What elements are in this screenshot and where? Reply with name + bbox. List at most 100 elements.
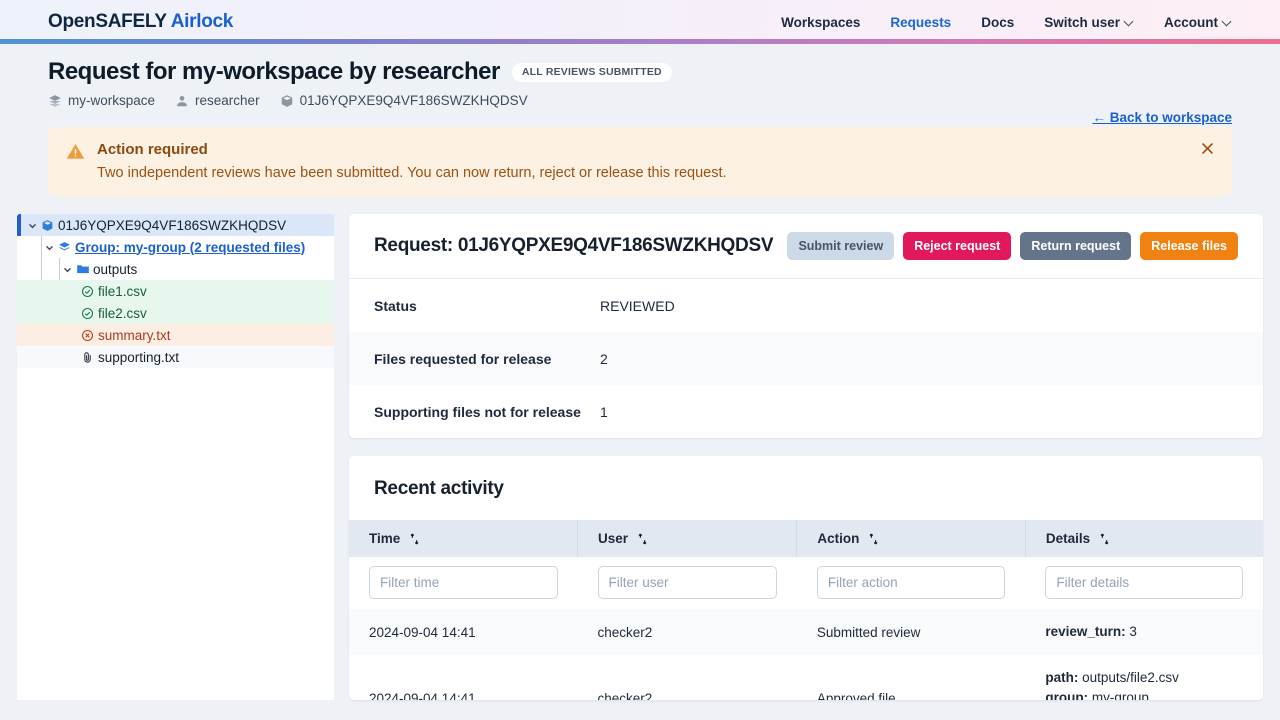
- cell-user: checker2: [577, 655, 797, 700]
- nav-item-docs[interactable]: Docs: [981, 15, 1014, 30]
- detail-value: my-group: [1091, 690, 1149, 700]
- table-row: 2024-09-04 14:41 checker2 Submitted revi…: [349, 609, 1263, 655]
- cell-details: path: outputs/file2.csv group: my-group …: [1025, 655, 1263, 700]
- request-box-icon: [39, 219, 56, 232]
- recent-activity-card: Recent activity Time User Action Details…: [349, 456, 1263, 700]
- main-content: Request: 01J6YQPXE9Q4VF186SWZKHQDSV Subm…: [349, 214, 1263, 700]
- recent-activity-title: Recent activity: [374, 478, 504, 499]
- title-row: Request for my-workspace by researcher A…: [48, 58, 1232, 86]
- meta-label: researcher: [195, 93, 260, 108]
- activity-filter-row: [349, 557, 1263, 609]
- cell-time: 2024-09-04 14:41: [349, 609, 578, 655]
- tree-item-label: file2.csv: [98, 305, 147, 321]
- request-summary-card: Request: 01J6YQPXE9Q4VF186SWZKHQDSV Subm…: [349, 214, 1263, 438]
- release-files-button[interactable]: Release files: [1140, 232, 1238, 260]
- detail-line: group: my-group: [1045, 688, 1243, 700]
- info-row-status: Status REVIEWED: [349, 279, 1263, 332]
- nav-item-account[interactable]: Account: [1164, 15, 1232, 30]
- request-card-header: Request: 01J6YQPXE9Q4VF186SWZKHQDSV Subm…: [349, 214, 1263, 279]
- tree-item-folder-outputs[interactable]: outputs: [17, 258, 334, 280]
- top-navigation-bar: OpenSAFELY Airlock Workspaces Requests D…: [0, 0, 1280, 44]
- sort-icon[interactable]: [637, 533, 648, 545]
- request-action-buttons: Submit review Reject request Return requ…: [787, 232, 1238, 260]
- tree-item-label: outputs: [93, 261, 138, 277]
- alert-title: Action required: [97, 141, 208, 158]
- info-row-files-requested: Files requested for release 2: [349, 332, 1263, 385]
- cell-user: checker2: [577, 609, 797, 655]
- info-row-supporting-files: Supporting files not for release 1: [349, 385, 1263, 438]
- tree-item-summary[interactable]: summary.txt: [17, 324, 334, 346]
- sort-icon[interactable]: [868, 533, 879, 545]
- nav-item-requests[interactable]: Requests: [890, 15, 951, 30]
- status-badge: ALL REVIEWS SUBMITTED: [511, 62, 672, 82]
- chevron-down-icon: [1125, 17, 1134, 26]
- filter-action-input[interactable]: [816, 566, 1006, 599]
- detail-key: review_turn:: [1045, 624, 1126, 639]
- page-title: Request for my-workspace by researcher: [48, 58, 500, 85]
- brand-name-accent: Airlock: [170, 11, 234, 32]
- cell-time: 2024-09-04 14:41: [349, 655, 578, 700]
- tree-item-file1[interactable]: file1.csv: [17, 280, 334, 302]
- chevron-down-icon[interactable]: [43, 243, 56, 252]
- nav-item-label: Workspaces: [781, 14, 861, 30]
- nav-item-label: Account: [1164, 14, 1218, 30]
- info-value: 2: [600, 350, 608, 367]
- paperclip-icon: [79, 351, 96, 364]
- tree-item-group[interactable]: Group: my-group (2 requested files): [17, 236, 334, 258]
- filter-time-input[interactable]: [369, 566, 558, 599]
- submit-review-button[interactable]: Submit review: [787, 232, 895, 260]
- nav-item-switch-user[interactable]: Switch user: [1044, 15, 1134, 30]
- filter-user-input[interactable]: [597, 566, 777, 599]
- sort-icon[interactable]: [1099, 533, 1110, 545]
- content-layout: 01J6YQPXE9Q4VF186SWZKHQDSV Group: my-gro…: [0, 214, 1280, 700]
- nav-item-label: Docs: [981, 14, 1015, 30]
- brand-logo[interactable]: OpenSAFELY Airlock: [48, 11, 233, 33]
- breadcrumb: my-workspace researcher 01J6YQPXE9Q4VF18…: [48, 93, 1232, 108]
- alert-body-wrap: Action required Two independent reviews …: [97, 141, 727, 181]
- layers-icon: [49, 94, 61, 107]
- cell-details: review_turn: 3: [1025, 609, 1263, 655]
- filter-details-input[interactable]: [1045, 566, 1243, 599]
- check-circle-icon: [79, 307, 96, 320]
- tree-item-label: summary.txt: [98, 327, 171, 343]
- meta-request-id: 01J6YQPXE9Q4VF186SWZKHQDSV: [280, 93, 528, 108]
- nav-links: Workspaces Requests Docs Switch user Acc…: [781, 15, 1232, 30]
- file-tree-sidebar: 01J6YQPXE9Q4VF186SWZKHQDSV Group: my-gro…: [17, 214, 334, 700]
- chevron-down-icon[interactable]: [61, 265, 74, 274]
- column-header-action[interactable]: Action: [796, 520, 1026, 557]
- reject-request-button[interactable]: Reject request: [903, 232, 1012, 260]
- column-header-details[interactable]: Details: [1025, 520, 1263, 557]
- tree-item-request-root[interactable]: 01J6YQPXE9Q4VF186SWZKHQDSV: [17, 214, 334, 236]
- back-to-workspace-link[interactable]: ← Back to workspace: [1092, 110, 1232, 125]
- meta-workspace: my-workspace: [48, 93, 155, 108]
- action-required-alert: Action required Two independent reviews …: [48, 127, 1232, 197]
- detail-line: path: outputs/file2.csv: [1045, 668, 1243, 688]
- tree-item-label: file1.csv: [98, 283, 147, 299]
- brand-name-main: OpenSAFELY: [48, 11, 167, 32]
- chevron-down-icon[interactable]: [26, 221, 39, 230]
- tree-item-supporting[interactable]: supporting.txt: [17, 346, 334, 368]
- close-icon[interactable]: [1196, 137, 1218, 159]
- meta-label: 01J6YQPXE9Q4VF186SWZKHQDSV: [299, 93, 528, 108]
- nav-item-workspaces[interactable]: Workspaces: [781, 15, 860, 30]
- column-label: Action: [817, 531, 860, 546]
- nav-item-label: Requests: [890, 14, 952, 30]
- activity-table-header-row: Time User Action Details: [349, 520, 1263, 557]
- tree-item-file2[interactable]: file2.csv: [17, 302, 334, 324]
- folder-icon: [74, 262, 91, 276]
- tree-item-label: supporting.txt: [98, 349, 180, 365]
- meta-label: my-workspace: [68, 93, 156, 108]
- detail-key: group:: [1045, 690, 1089, 700]
- column-header-time[interactable]: Time: [349, 520, 578, 557]
- table-row: 2024-09-04 14:41 checker2 Approved file …: [349, 655, 1263, 700]
- column-label: User: [598, 531, 629, 546]
- return-request-button[interactable]: Return request: [1020, 232, 1132, 260]
- page-header: Request for my-workspace by researcher A…: [0, 44, 1280, 152]
- detail-value: 3: [1129, 624, 1137, 639]
- detail-line: review_turn: 3: [1045, 622, 1243, 642]
- sort-icon[interactable]: [409, 533, 420, 545]
- user-icon: [177, 95, 187, 106]
- group-layers-icon: [56, 241, 73, 254]
- column-header-user[interactable]: User: [577, 520, 798, 557]
- tree-item-label: Group: my-group (2 requested files): [75, 239, 306, 255]
